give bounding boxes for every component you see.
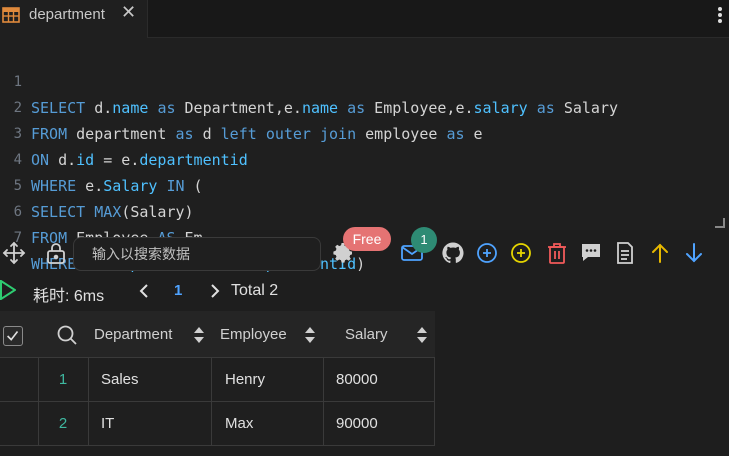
code-line: 7 WHERE Em.DepartmentId=e.DepartmentId)	[0, 199, 729, 273]
close-icon[interactable]: ✕	[121, 2, 136, 23]
document-icon[interactable]	[613, 241, 637, 265]
code-line: 6 FROM Employee AS Em	[0, 173, 729, 247]
chevron-left-icon[interactable]	[139, 284, 149, 298]
column-header-salary[interactable]: Salary	[345, 326, 388, 343]
run-icon[interactable]	[0, 280, 16, 300]
more-vertical-icon[interactable]	[718, 6, 729, 24]
column-divider	[323, 402, 324, 445]
cell-employee[interactable]: Max	[225, 415, 253, 432]
row-number: 2	[58, 415, 68, 432]
add-circle-icon[interactable]	[475, 241, 499, 265]
result-toolbar: Free 1	[0, 227, 729, 276]
comment-icon[interactable]	[579, 241, 603, 265]
sort-icon[interactable]	[193, 325, 205, 345]
arrow-up-icon[interactable]	[648, 241, 672, 265]
add-circle-yellow-icon[interactable]	[509, 241, 533, 265]
cell-employee[interactable]: Henry	[225, 371, 265, 388]
search-box[interactable]	[73, 237, 321, 271]
cell-salary[interactable]: 90000	[336, 415, 378, 432]
select-all-checkbox[interactable]	[3, 326, 23, 346]
search-input[interactable]	[74, 238, 320, 270]
search-icon[interactable]	[56, 324, 78, 346]
column-header-employee[interactable]: Employee	[220, 326, 287, 343]
code-line: 5 SELECT MAX(Salary)	[0, 147, 729, 221]
page-number[interactable]: 1	[174, 282, 182, 299]
column-divider	[434, 402, 435, 445]
check-icon	[7, 331, 19, 341]
table-row[interactable]: 1 Sales Henry 80000	[0, 358, 435, 402]
sort-icon[interactable]	[416, 325, 428, 345]
github-icon[interactable]	[441, 241, 465, 265]
table-row[interactable]: 2 IT Max 90000	[0, 402, 435, 446]
chevron-right-icon[interactable]	[210, 284, 220, 298]
tab-department[interactable]: department ✕	[0, 0, 148, 38]
lock-icon[interactable]	[44, 241, 68, 265]
table-header: Department Employee Salary	[0, 311, 435, 358]
column-divider	[323, 358, 324, 401]
column-divider	[88, 358, 89, 401]
cell-department[interactable]: Sales	[101, 371, 139, 388]
tab-title: department	[29, 6, 105, 23]
free-badge[interactable]: Free	[343, 227, 391, 251]
row-number: 1	[58, 371, 68, 388]
column-divider	[211, 402, 212, 445]
result-table: Department Employee Salary 1 Sales Henry…	[0, 311, 435, 446]
code-line: 2 FROM department as d left outer join e…	[0, 69, 729, 143]
code-line: 3 ON d.id = e.departmentid	[0, 95, 729, 169]
column-divider	[88, 402, 89, 445]
code-line: 4 WHERE e.Salary IN (	[0, 121, 729, 195]
cell-department[interactable]: IT	[101, 415, 114, 432]
elapsed-time: 耗时: 6ms	[33, 288, 105, 305]
cell-salary[interactable]: 80000	[336, 371, 378, 388]
table-icon	[2, 7, 20, 23]
code-line: 1 SELECT d.name as Department,e.name as …	[0, 43, 729, 117]
tab-bar: department ✕	[0, 0, 729, 38]
resize-handle[interactable]	[715, 218, 725, 228]
sort-icon[interactable]	[304, 325, 316, 345]
total-count: Total 2	[231, 282, 279, 299]
column-divider	[434, 358, 435, 401]
arrow-down-icon[interactable]	[682, 241, 706, 265]
column-divider	[211, 358, 212, 401]
notification-count-badge: 1	[411, 227, 437, 253]
status-bar: 耗时: 6ms 1 Total 2	[0, 276, 729, 308]
sql-editor[interactable]: 1 SELECT d.name as Department,e.name as …	[0, 38, 729, 273]
column-header-department[interactable]: Department	[94, 326, 172, 343]
move-icon[interactable]	[2, 241, 26, 265]
trash-icon[interactable]	[545, 241, 569, 265]
